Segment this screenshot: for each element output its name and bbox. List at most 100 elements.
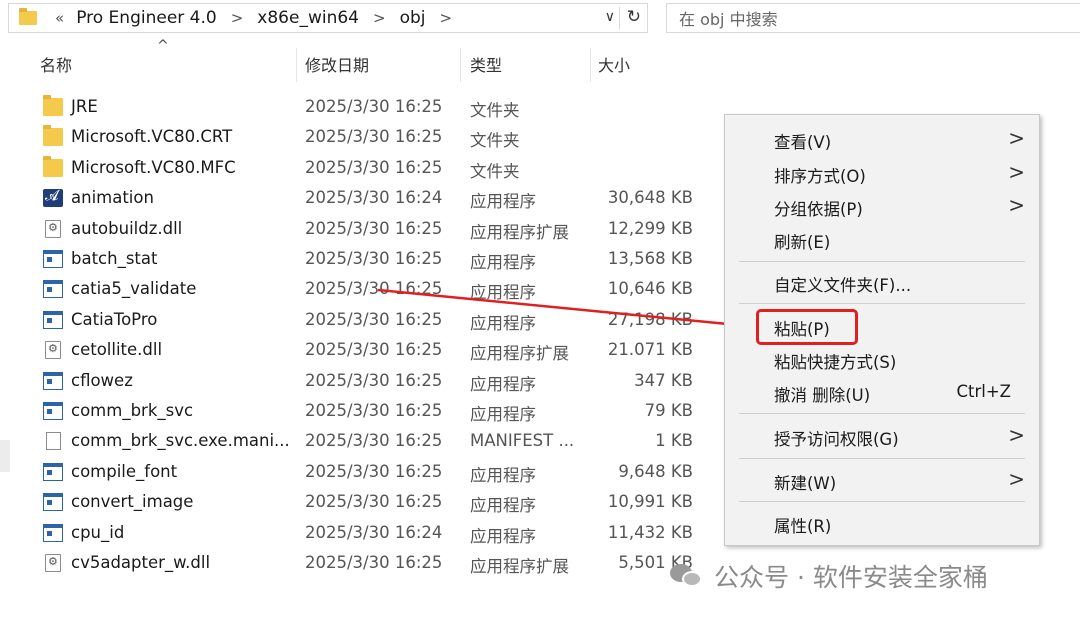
file-type: 应用程序 [470, 283, 536, 303]
file-type: 应用程序 [470, 253, 536, 272]
folder-icon [43, 95, 63, 116]
file-row[interactable]: cpu_id 2025/3/30 16:24 应用程序 11,432 KB [0, 518, 720, 548]
file-name: JRE [71, 97, 98, 116]
file-row[interactable]: comm_brk_svc.exe.mani... 2025/3/30 16:25 M… [0, 426, 720, 456]
file-type: 应用程序 [470, 465, 536, 485]
menu-item-refresh[interactable]: 刷新(E) [725, 225, 1039, 253]
file-name: cetollite.dll [71, 340, 163, 360]
file-type: 应用程序 [470, 496, 536, 516]
menu-item-label: 新建(W) [774, 474, 837, 493]
file-size: 27,198 KB [607, 309, 693, 329]
column-divider[interactable] [460, 48, 461, 82]
file-modified-date: 2025/3/30 16:25 [305, 97, 443, 116]
watermark-text: 公众号 · 软件安装全家桶 [714, 563, 988, 592]
file-type: 应用程序 [470, 313, 536, 333]
dll-file-icon [45, 341, 61, 360]
file-modified-date: 2025/3/30 16:25 [305, 218, 443, 238]
file-modified-date: 2025/3/30 16:25 [305, 492, 443, 512]
file-type: 应用程序扩展 [470, 344, 569, 364]
refresh-icon[interactable]: ↻ [627, 7, 641, 27]
column-header-type[interactable]: 类型 [470, 52, 502, 76]
menu-item-label: 排序方式(O) [774, 167, 866, 186]
file-modified-date: 2025/3/30 16:25 [305, 249, 443, 268]
menu-separator [739, 261, 1025, 262]
file-modified-date: 2025/3/30 16:25 [305, 127, 443, 147]
column-header-size[interactable]: 大小 [598, 52, 630, 76]
file-name: animation [71, 188, 154, 208]
file-size: 79 KB [644, 401, 693, 420]
file-type: 应用程序 [470, 405, 536, 424]
breadcrumb-item-x86e-win64[interactable]: x86e_win64 [257, 8, 359, 28]
file-size: 21.071 KB [607, 340, 693, 360]
file-size: 1 KB [655, 431, 693, 451]
file-modified-date: 2025/3/30 16:25 [305, 309, 443, 329]
shortcut-label: Ctrl+Z [956, 382, 1012, 401]
menu-item-customize-folder[interactable]: 自定义文件夹(F)... [725, 268, 1039, 296]
file-type: 文件夹 [470, 131, 520, 151]
file-row[interactable]: Microsoft.VC80.MFC 2025/3/30 16:25 文件夹 [0, 153, 720, 183]
column-divider[interactable] [296, 48, 297, 82]
file-name: comm_brk_svc [71, 401, 194, 420]
file-row[interactable]: autobuildz.dll 2025/3/30 16:25 应用程序扩展 12,29… [0, 214, 720, 244]
file-row[interactable]: CatiaToPro 2025/3/30 16:25 应用程序 27,198 KB [0, 305, 720, 335]
file-row[interactable]: JRE 2025/3/30 16:25 文件夹 [0, 92, 720, 122]
file-row[interactable]: batch_stat 2025/3/30 16:25 应用程序 13,568 KB [0, 244, 720, 274]
chevron-right-icon: > [1008, 423, 1025, 447]
menu-item-label: 撤消 删除(U) [774, 386, 871, 405]
file-size: 13,568 KB [607, 249, 693, 268]
file-size: 12,299 KB [607, 218, 693, 238]
file-name: batch_stat [71, 249, 158, 268]
file-modified-date: 2025/3/30 16:25 [305, 279, 443, 299]
file-modified-date: 2025/3/30 16:25 [305, 553, 443, 572]
menu-item-new[interactable]: 新建(W) > [725, 466, 1039, 494]
search-input[interactable]: 在 obj 中搜索 [666, 3, 1080, 33]
file-size: 11,432 KB [607, 522, 693, 542]
chevron-right-icon: > [1008, 193, 1025, 217]
file-row[interactable]: Microsoft.VC80.CRT 2025/3/30 16:25 文件夹 [0, 122, 720, 152]
file-row[interactable]: comm_brk_svc 2025/3/30 16:25 应用程序 79 KB [0, 396, 720, 426]
file-name: compile_font [71, 461, 178, 481]
address-bar[interactable]: « Pro Engineer 4.0 > x86e_win64 > obj > … [8, 3, 648, 33]
menu-item-paste-shortcut[interactable]: 粘贴快捷方式(S) [725, 345, 1039, 373]
file-size: 9,648 KB [618, 461, 693, 481]
menu-item-undo-delete[interactable]: 撤消 删除(U) Ctrl+Z [725, 378, 1039, 406]
breadcrumb-item-pro-engineer[interactable]: Pro Engineer 4.0 [76, 8, 217, 28]
partial-row [0, 580, 720, 592]
dll-file-icon [45, 554, 61, 572]
breadcrumb-overflow-icon[interactable]: « [55, 9, 64, 27]
column-header-row: ^ 名称 修改日期 类型 大小 [0, 38, 700, 82]
menu-item-properties[interactable]: 属性(R) [725, 509, 1039, 537]
application-icon [43, 280, 63, 299]
file-modified-date: 2025/3/30 16:25 [305, 461, 443, 481]
menu-item-label: 查看(V) [774, 133, 832, 152]
file-row[interactable]: convert_image 2025/3/30 16:25 应用程序 10,991 K… [0, 487, 720, 517]
menu-item-label: 粘贴快捷方式(S) [774, 353, 897, 372]
file-row[interactable]: animation 2025/3/30 16:24 应用程序 30,648 KB [0, 183, 720, 213]
chevron-right-icon[interactable]: > [231, 9, 244, 27]
menu-item-grant-access[interactable]: 授予访问权限(G) > [725, 422, 1039, 450]
file-row[interactable]: cflowez 2025/3/30 16:25 应用程序 347 KB [0, 366, 720, 396]
column-header-date[interactable]: 修改日期 [305, 52, 369, 76]
file-type: 文件夹 [470, 161, 520, 181]
menu-item-group[interactable]: 分组依据(P) > [725, 192, 1039, 220]
chevron-right-icon[interactable]: > [439, 9, 452, 27]
file-row[interactable]: compile_font 2025/3/30 16:25 应用程序 9,648 KB [0, 457, 720, 487]
folder-icon [43, 125, 63, 147]
menu-item-view[interactable]: 查看(V) > [725, 125, 1039, 153]
file-row[interactable]: cetollite.dll 2025/3/30 16:25 应用程序扩展 21.071… [0, 335, 720, 365]
menu-item-sort[interactable]: 排序方式(O) > [725, 159, 1039, 187]
chevron-right-icon[interactable]: > [373, 9, 386, 27]
file-row[interactable]: catia5_validate 2025/3/30 16:25 应用程序 10,646… [0, 274, 720, 304]
application-icon [43, 523, 63, 542]
file-name: catia5_validate [71, 279, 197, 299]
column-divider[interactable] [590, 48, 591, 82]
file-name: comm_brk_svc.exe.mani... [71, 431, 290, 451]
folder-icon [43, 155, 63, 177]
file-row[interactable]: cv5adapter_w.dll2025/3/30 16:25应用程序扩展5,5… [0, 548, 720, 578]
application-icon [43, 371, 63, 390]
chevron-down-icon[interactable]: ∨ [605, 9, 615, 25]
folder-icon [19, 8, 37, 25]
menu-item-label: 自定义文件夹(F)... [774, 276, 912, 295]
column-header-name[interactable]: 名称 [40, 52, 72, 76]
breadcrumb-item-obj[interactable]: obj [400, 8, 426, 28]
